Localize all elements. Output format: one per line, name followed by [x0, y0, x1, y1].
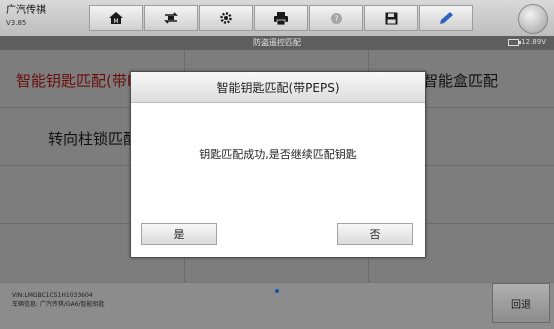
help-icon: ?: [330, 12, 342, 24]
dialog-message: 钥匙匹配成功,是否继续匹配钥匙: [199, 148, 357, 161]
battery-status: 12.89V: [508, 38, 546, 46]
vehicle-swap-button[interactable]: [144, 5, 198, 31]
battery-voltage: 12.89V: [521, 38, 546, 46]
help-button[interactable]: ?: [309, 5, 363, 31]
page-title: 防盗遥控匹配: [253, 38, 301, 47]
home-button[interactable]: M: [89, 5, 143, 31]
sub-header: 防盗遥控匹配 12.89V: [0, 36, 554, 50]
svg-text:?: ?: [334, 14, 338, 23]
yes-button[interactable]: 是: [141, 223, 217, 245]
settings-button[interactable]: [199, 5, 253, 31]
toolbar-buttons: M ?: [89, 5, 474, 31]
printer-icon: [274, 11, 288, 25]
back-button[interactable]: 回退: [492, 283, 550, 323]
battery-icon: [508, 38, 522, 46]
vehicle-swap-icon: [164, 12, 178, 24]
vehicle-info: VIN:LMGBC1C51H1033604 车辆信息: 广汽传祺/GA6/智能钥…: [12, 291, 105, 309]
pen-edit-icon: [440, 12, 453, 24]
confirm-dialog: 智能钥匙匹配(带PEPS) 钥匙匹配成功,是否继续匹配钥匙 是 否: [130, 71, 426, 258]
app-title: 广汽传祺: [6, 5, 46, 16]
page-indicator: [275, 289, 279, 293]
menu-item-label: 转向柱锁匹配: [48, 130, 139, 148]
print-button[interactable]: [254, 5, 308, 31]
svg-text:M: M: [113, 18, 118, 25]
edit-button[interactable]: [419, 5, 473, 31]
settings-gear-icon: [220, 12, 232, 24]
bottom-bar: VIN:LMGBC1C51H1033604 车辆信息: 广汽传祺/GA6/智能钥…: [0, 282, 554, 329]
no-button[interactable]: 否: [337, 223, 413, 245]
corner-round-button[interactable]: [518, 4, 548, 34]
home-icon: M: [109, 12, 123, 25]
menu-item-label: 智能盒匹配: [423, 72, 499, 90]
save-floppy-icon: [385, 12, 397, 24]
vin-text: VIN:LMGBC1C51H1033604: [12, 292, 93, 299]
top-toolbar: 广汽传祺 V3.85 M ?: [0, 0, 554, 37]
app-version: V3.85: [6, 19, 27, 27]
dialog-title: 智能钥匙匹配(带PEPS): [131, 72, 425, 103]
save-button[interactable]: [364, 5, 418, 31]
vehicle-info-text: 车辆信息: 广汽传祺/GA6/智能钥匙: [12, 301, 105, 308]
